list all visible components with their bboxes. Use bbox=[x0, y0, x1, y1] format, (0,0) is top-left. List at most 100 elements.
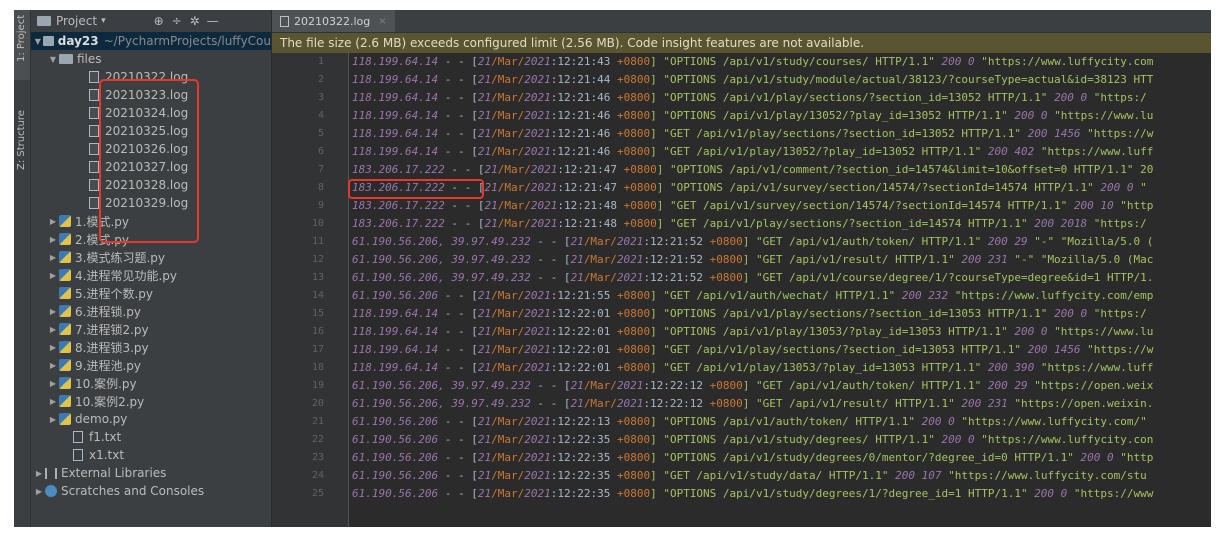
expand-arrow-icon[interactable]: ▼ bbox=[33, 37, 43, 46]
structure-tool-tab[interactable]: Z: Structure bbox=[14, 90, 30, 180]
scratches-icon bbox=[45, 485, 57, 497]
expand-arrow-icon[interactable]: ▶ bbox=[47, 307, 59, 316]
log-year: 2021 bbox=[530, 199, 558, 212]
log-year: 2021 bbox=[616, 271, 644, 284]
log-separator: - - [ bbox=[444, 199, 485, 212]
tree-item[interactable]: ▶ External Libraries bbox=[31, 464, 271, 482]
tree-item[interactable]: x1.txt bbox=[31, 446, 271, 464]
highlight-box-ip bbox=[348, 179, 484, 199]
chevron-down-icon[interactable]: ▾ bbox=[101, 16, 106, 26]
log-file-icon bbox=[89, 89, 99, 101]
gear-icon[interactable]: ✲ bbox=[186, 14, 204, 28]
line-number: 9 bbox=[317, 200, 324, 211]
tree-item[interactable]: ▶ 10.案例.py bbox=[31, 374, 271, 392]
tree-item[interactable]: ▶ 4.进程常见功能.py bbox=[31, 266, 271, 284]
python-file-icon bbox=[59, 251, 71, 263]
log-time: :12:22:13 bbox=[550, 415, 617, 428]
log-referrer: "https://open.weixin. bbox=[1007, 397, 1154, 410]
line-number: 7 bbox=[317, 164, 324, 175]
expand-arrow-icon[interactable]: ▶ bbox=[47, 361, 59, 370]
editor-tab-log[interactable]: 20210322.log × bbox=[272, 10, 395, 32]
log-request: ] "GET /api/v1/auth/token/ HTTP/1.1" bbox=[742, 235, 988, 248]
expand-arrow-icon[interactable]: ▶ bbox=[47, 325, 59, 334]
log-month: /Mar/ bbox=[491, 415, 525, 428]
close-icon[interactable]: × bbox=[378, 16, 386, 27]
code-view[interactable]: 1 2 3 4 5 6 7 8 9 10 11 12 13 14 15 16 17 18 19 20 21 22 23 24 2… bbox=[272, 53, 1211, 527]
tree-item[interactable]: f1.txt bbox=[31, 428, 271, 446]
code-line: 61.190.56.206 - - [21/Mar/2021:12:22:35 … bbox=[352, 431, 1211, 449]
expand-arrow-icon[interactable]: ▶ bbox=[47, 253, 59, 262]
log-status: 200 231 bbox=[961, 397, 1008, 410]
expand-arrow-icon[interactable]: ▶ bbox=[47, 271, 59, 280]
expand-arrow-icon[interactable]: ▶ bbox=[33, 487, 45, 496]
log-request: ] "OPTIONS /api/v1/play/13053/?play_id=1… bbox=[650, 325, 1015, 338]
log-month: /Mar/ bbox=[583, 253, 617, 266]
collapse-all-icon[interactable]: ÷ bbox=[168, 14, 186, 28]
log-request: ] "OPTIONS /api/v1/play/sections/?sectio… bbox=[650, 307, 1055, 320]
log-time: :12:22:35 bbox=[550, 487, 617, 500]
python-file-icon bbox=[59, 341, 71, 353]
log-time: :12:21:52 bbox=[643, 271, 710, 284]
expand-arrow-icon[interactable]: ▶ bbox=[47, 379, 59, 388]
project-tool-tab[interactable]: 1: Project bbox=[14, 10, 30, 80]
tree-item[interactable]: ▼ day23 ~/PycharmProjects/luffyCou bbox=[31, 32, 271, 50]
log-ip: 183.206.17.222 bbox=[352, 163, 445, 176]
log-status: 200 10 bbox=[1073, 199, 1114, 212]
tree-item-label: Scratches and Consoles bbox=[61, 484, 205, 498]
expand-arrow-icon[interactable]: ▶ bbox=[47, 397, 59, 406]
log-status: 200 231 bbox=[961, 253, 1008, 266]
text-file-icon bbox=[73, 431, 83, 443]
tree-item[interactable]: ▶ 8.进程锁3.py bbox=[31, 338, 271, 356]
tree-item[interactable]: 5.进程个数.py bbox=[31, 284, 271, 302]
log-month: /Mar/ bbox=[491, 361, 525, 374]
tree-item[interactable]: ▶ 7.进程锁2.py bbox=[31, 320, 271, 338]
log-referrer: "http bbox=[1113, 199, 1154, 212]
log-separator: - - [ bbox=[438, 415, 478, 428]
log-year: 2021 bbox=[616, 253, 644, 266]
log-timezone: +0800 bbox=[616, 109, 651, 122]
locate-icon[interactable]: ⊕ bbox=[150, 14, 168, 28]
folder-icon bbox=[59, 54, 73, 64]
tree-item[interactable]: ▶ 10.案例2.py bbox=[31, 392, 271, 410]
tree-item[interactable]: ▼ files bbox=[31, 50, 271, 68]
tree-item[interactable]: ▶ 9.进程池.py bbox=[31, 356, 271, 374]
tree-item[interactable]: ▶ Scratches and Consoles bbox=[31, 482, 271, 500]
log-request: ] "GET /api/v1/play/sections/?section_id… bbox=[656, 217, 1035, 230]
log-ip: 183.206.17.222 bbox=[352, 217, 445, 230]
log-day: 21 bbox=[484, 217, 498, 230]
tree-item[interactable]: ▶ 6.进程锁.py bbox=[31, 302, 271, 320]
line-number: 8 bbox=[317, 182, 324, 193]
expand-arrow-icon[interactable]: ▶ bbox=[47, 235, 59, 244]
log-timezone: +0800 bbox=[616, 415, 651, 428]
expand-arrow-icon[interactable]: ▶ bbox=[33, 469, 45, 478]
log-timezone: +0800 bbox=[709, 397, 743, 410]
code-line: 118.199.64.14 - - [21/Mar/2021:12:21:44 … bbox=[352, 71, 1211, 89]
line-number: 14 bbox=[311, 290, 324, 301]
tree-item-label: External Libraries bbox=[61, 466, 167, 480]
log-request: ] "GET /api/v1/result/ HTTP/1.1" bbox=[742, 397, 962, 410]
log-separator: - - [ bbox=[530, 271, 571, 284]
expand-arrow-icon[interactable]: ▶ bbox=[47, 415, 59, 424]
tree-item[interactable]: ▶ demo.py bbox=[31, 410, 271, 428]
tree-item[interactable]: ▶ 3.模式练习题.py bbox=[31, 248, 271, 266]
log-ip: 61.190.56.206 bbox=[352, 433, 439, 446]
project-panel-title[interactable]: Project bbox=[56, 14, 97, 28]
editor-tab-bar: 20210322.log × bbox=[272, 10, 1211, 33]
log-timezone: +0800 bbox=[623, 163, 657, 176]
expand-arrow-icon[interactable]: ▶ bbox=[47, 343, 59, 352]
log-day: 21 bbox=[477, 55, 492, 68]
hide-icon[interactable]: — bbox=[204, 14, 222, 28]
expand-arrow-icon[interactable]: ▼ bbox=[47, 55, 59, 64]
log-day: 21 bbox=[477, 361, 492, 374]
folder-icon bbox=[42, 36, 54, 46]
log-timezone: +0800 bbox=[709, 379, 743, 392]
code-line: 118.199.64.14 - - [21/Mar/2021:12:22:01 … bbox=[352, 341, 1211, 359]
expand-arrow-icon[interactable]: ▶ bbox=[47, 217, 59, 226]
log-time: :12:22:01 bbox=[550, 325, 617, 338]
log-separator: - - [ bbox=[438, 469, 478, 482]
log-status: 200 0 bbox=[1014, 325, 1048, 338]
log-file-icon bbox=[280, 15, 289, 27]
log-request: ] "GET /api/v1/play/13053/?play_id=13053… bbox=[650, 361, 988, 374]
log-time: :12:21:47 bbox=[557, 181, 624, 194]
log-file-icon bbox=[89, 143, 99, 155]
